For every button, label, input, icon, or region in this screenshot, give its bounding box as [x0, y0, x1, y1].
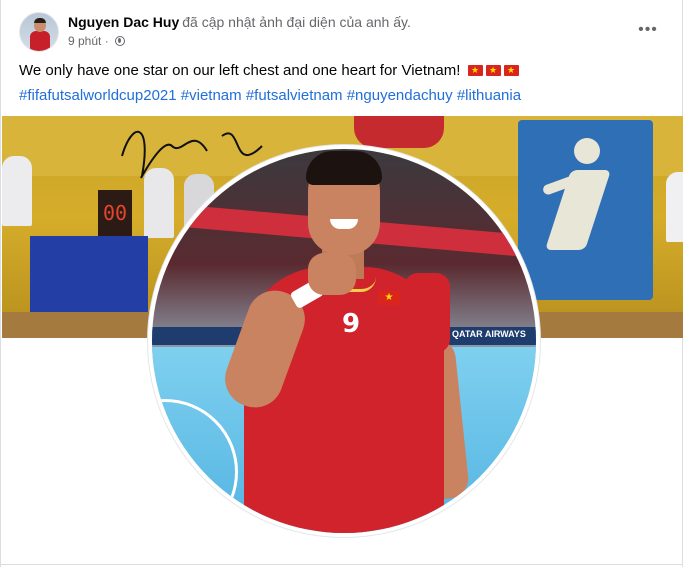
globe-icon[interactable]	[115, 36, 126, 46]
post-action-text: đã cập nhật ảnh đại diện của anh ấy.	[182, 14, 411, 30]
caption-text: We only have one star on our left chest …	[19, 62, 461, 79]
player-fist	[308, 253, 356, 295]
post-subline: 9 phút ·	[68, 34, 126, 48]
more-options-button[interactable]: •••	[634, 16, 662, 44]
post-timestamp[interactable]: 9 phút	[68, 34, 101, 48]
author-name[interactable]: Nguyen Dac Huy	[68, 14, 179, 30]
cover-bystander	[666, 172, 683, 242]
cover-bystander	[2, 156, 32, 226]
hashtag-link[interactable]: #fifafutsalworldcup2021	[19, 87, 177, 104]
jersey-flag-badge	[378, 289, 400, 307]
post-divider	[1, 564, 683, 565]
cover-player-shirt	[354, 116, 444, 148]
avatar-shirt	[30, 31, 50, 51]
hashtag-link[interactable]: #nguyendachuy	[347, 87, 453, 104]
player-hair	[306, 151, 382, 185]
vietnam-flag-icon	[485, 63, 501, 77]
cover-scoreboard: 00	[98, 190, 132, 236]
author-avatar[interactable]	[19, 12, 59, 52]
post-caption: We only have one star on our left chest …	[19, 62, 519, 79]
vietnam-flag-icon	[503, 63, 519, 77]
hashtag-link[interactable]: #vietnam	[181, 87, 242, 104]
avatar-hair	[34, 18, 46, 23]
hashtag-link[interactable]: #lithuania	[457, 87, 521, 104]
jersey-number: 9	[342, 309, 361, 339]
ad-board-text: QATAR AIRWAYS	[452, 329, 526, 339]
hashtag-link[interactable]: #futsalvietnam	[246, 87, 343, 104]
post-meta: Nguyen Dac Huy đã cập nhật ảnh đại diện c…	[68, 14, 411, 32]
pictogram-head	[574, 138, 600, 164]
vietnam-flag-icon	[467, 63, 483, 77]
player-sleeve	[404, 273, 450, 353]
profile-photo[interactable]: QATAR AIRWAYS 9	[152, 149, 536, 533]
hashtag-list: #fifafutsalworldcup2021 #vietnam #futsal…	[19, 87, 521, 104]
post-card: Nguyen Dac Huy đã cập nhật ảnh đại diện c…	[0, 0, 683, 567]
